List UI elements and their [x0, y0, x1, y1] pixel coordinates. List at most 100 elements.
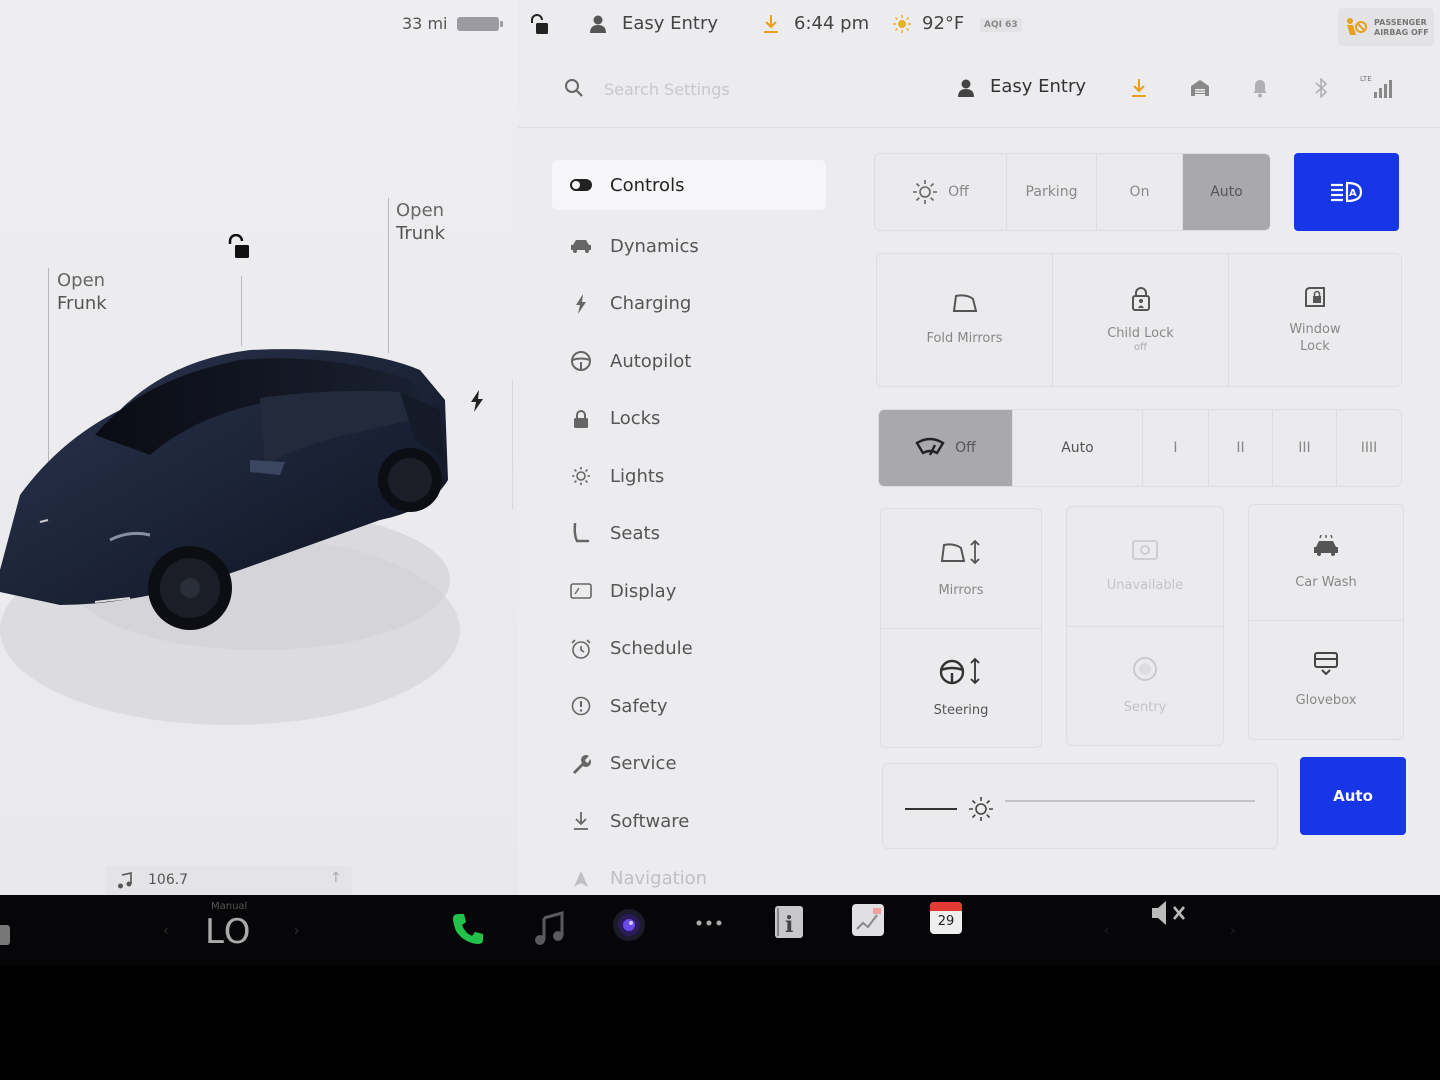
battery-icon[interactable]: [457, 17, 503, 31]
sidebar-item-charging[interactable]: Charging: [552, 275, 826, 333]
brightness-slider-track[interactable]: [1005, 800, 1255, 802]
volume-muted-icon[interactable]: [1150, 899, 1190, 927]
svg-text:i: i: [785, 912, 793, 938]
volume-up-chevron-icon[interactable]: ›: [1230, 923, 1236, 939]
toybox-icon[interactable]: [851, 903, 885, 937]
mirrors-label: Mirrors: [938, 582, 984, 598]
brightness-sun-icon[interactable]: [967, 795, 995, 827]
unavailable-button[interactable]: Unavailable: [1067, 507, 1223, 627]
headlights-on-label: On: [1129, 184, 1150, 200]
profile-icon[interactable]: [956, 78, 976, 102]
mirrors-adjust-button[interactable]: Mirrors: [881, 509, 1041, 629]
sidebar-item-lights[interactable]: Lights: [552, 448, 826, 506]
steering-adjust-button[interactable]: Steering: [881, 629, 1041, 747]
unlocked-status-icon[interactable]: [528, 14, 550, 40]
sidebar-item-label: Autopilot: [610, 350, 692, 372]
wiper-icon: [915, 437, 945, 459]
driver-profile[interactable]: Easy Entry: [622, 13, 718, 34]
sentry-button[interactable]: Sentry: [1067, 627, 1223, 745]
glovebox-button[interactable]: Glovebox: [1249, 621, 1403, 739]
headlight-sun-icon: [912, 179, 938, 205]
wrench-icon: [570, 753, 592, 775]
sidebar-item-controls[interactable]: Controls: [552, 160, 826, 210]
frunk-label-line2: Frunk: [57, 293, 107, 314]
brightness-auto-button[interactable]: Auto: [1300, 757, 1406, 835]
headlights-off-option[interactable]: Off: [875, 154, 1007, 230]
sidebar-item-locks[interactable]: Locks: [552, 390, 826, 448]
wipers-speed-1-label: I: [1173, 440, 1178, 456]
open-trunk-button[interactable]: Open Trunk: [396, 199, 445, 245]
wipers-speed-1-option[interactable]: I: [1143, 410, 1209, 486]
lte-signal-icon[interactable]: LTE: [1360, 74, 1394, 104]
calendar-icon[interactable]: 29: [929, 901, 963, 935]
media-mini-player[interactable]: 106.7 ↑: [106, 866, 352, 896]
sidebar-item-seats[interactable]: Seats: [552, 505, 826, 563]
sidebar-item-label: Charging: [610, 293, 692, 315]
temp-down-chevron-icon[interactable]: ‹: [163, 923, 169, 939]
software-update-icon[interactable]: [1130, 78, 1148, 102]
airbag-label: PASSENGER AIRBAG OFF: [1374, 18, 1434, 38]
sentry-icon: [1132, 656, 1158, 687]
seat-icon: [570, 522, 592, 545]
bluetooth-icon[interactable]: [1314, 77, 1328, 102]
profile-icon[interactable]: [588, 14, 608, 38]
headlights-parking-option[interactable]: Parking: [1007, 154, 1097, 230]
bottom-dock: ‹ Manual LO › i 29 ‹ ›: [0, 895, 1440, 965]
volume-down-chevron-icon[interactable]: ‹: [1104, 923, 1110, 939]
lock-icon: [570, 408, 592, 430]
sidebar-item-display[interactable]: Display: [552, 563, 826, 621]
window-lock-button[interactable]: Window Lock: [1229, 254, 1401, 386]
unlocked-padlock-icon[interactable]: [224, 233, 252, 266]
music-icon[interactable]: [533, 910, 565, 946]
fold-mirrors-label: Fold Mirrors: [926, 331, 1003, 346]
headlights-auto-label: Auto: [1210, 184, 1243, 200]
car-icon: [570, 235, 592, 257]
display-brightness-control: [882, 763, 1278, 849]
wipers-speed-2-option[interactable]: II: [1209, 410, 1273, 486]
car-wash-button[interactable]: Car Wash: [1249, 505, 1403, 621]
music-note-icon: [116, 872, 134, 894]
brightness-auto-label: Auto: [1333, 787, 1373, 805]
manual-info-icon[interactable]: i: [773, 905, 805, 939]
header-profile-name[interactable]: Easy Entry: [990, 76, 1086, 97]
window-lock-label-line1: Window: [1289, 321, 1341, 337]
wipers-speed-4-option[interactable]: IIII: [1337, 410, 1401, 486]
more-apps-icon[interactable]: [694, 917, 726, 929]
car-settings-icon[interactable]: [0, 925, 10, 945]
homelink-garage-icon[interactable]: [1190, 78, 1210, 102]
child-lock-state: off: [1133, 342, 1147, 353]
high-beam-button[interactable]: A: [1294, 153, 1399, 231]
sidebar-item-autopilot[interactable]: Autopilot: [552, 333, 826, 391]
headlights-on-option[interactable]: On: [1097, 154, 1183, 230]
calendar-day: 29: [937, 914, 955, 929]
sun-icon: [570, 465, 592, 487]
airbag-label-line1: PASSENGER: [1374, 18, 1427, 27]
phone-icon[interactable]: [450, 911, 486, 947]
driver-temperature[interactable]: LO: [205, 912, 252, 952]
camera-app-icon[interactable]: [611, 907, 647, 943]
sidebar-item-software[interactable]: Software: [552, 793, 826, 851]
software-update-icon[interactable]: [762, 14, 780, 38]
sidebar-item-safety[interactable]: Safety: [552, 678, 826, 736]
temp-up-chevron-icon[interactable]: ›: [294, 923, 300, 939]
notifications-bell-icon[interactable]: [1252, 78, 1268, 102]
wipers-auto-option[interactable]: Auto: [1013, 410, 1143, 486]
display-icon: [570, 580, 592, 602]
fold-mirrors-button[interactable]: Fold Mirrors: [877, 254, 1053, 386]
air-quality-badge: AQI 63: [980, 18, 1022, 32]
headlights-auto-option[interactable]: Auto: [1183, 154, 1270, 230]
sidebar-item-schedule[interactable]: Schedule: [552, 620, 826, 678]
search-settings-input[interactable]: [604, 74, 904, 104]
expand-media-icon[interactable]: ↑: [330, 870, 342, 886]
open-frunk-button[interactable]: Open Frunk: [57, 269, 107, 315]
sidebar-item-dynamics[interactable]: Dynamics: [552, 218, 826, 276]
wipers-off-option[interactable]: Off: [879, 410, 1013, 486]
sidebar-item-navigation[interactable]: Navigation: [552, 850, 826, 900]
search-icon[interactable]: [564, 78, 584, 102]
child-lock-button[interactable]: Child Lock off: [1053, 254, 1229, 386]
car-visualization-pane: Open Frunk Open Trunk 106.7 ↑: [0, 0, 520, 900]
battery-range[interactable]: 33 mi: [402, 14, 447, 33]
sidebar-item-service[interactable]: Service: [552, 735, 826, 793]
airbag-icon: [1344, 17, 1368, 41]
wipers-speed-3-option[interactable]: III: [1273, 410, 1337, 486]
